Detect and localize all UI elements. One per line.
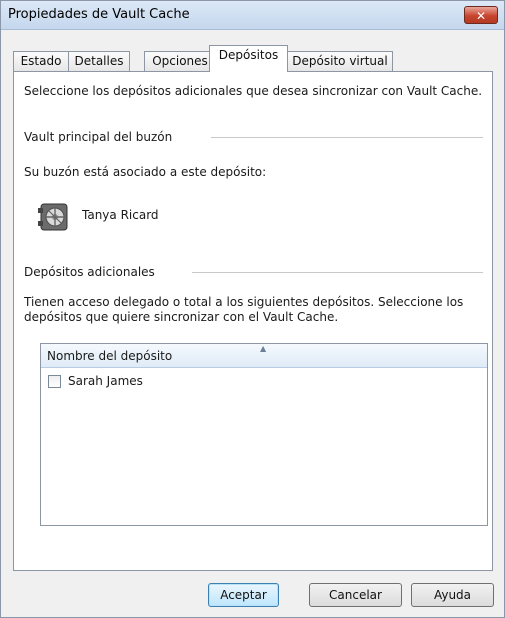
- sort-arrow-icon: ▲: [260, 344, 267, 353]
- help-button[interactable]: Ayuda: [411, 583, 494, 607]
- tab-detalles[interactable]: Detalles: [68, 51, 130, 71]
- window-title: Propiedades de Vault Cache: [8, 7, 190, 22]
- primary-group-divider: [211, 137, 483, 138]
- properties-dialog: Propiedades de Vault Cache ✕ Estado Deta…: [0, 0, 505, 618]
- additional-description-line1: Tienen acceso delegado o total a los sig…: [24, 295, 464, 309]
- ok-button[interactable]: Aceptar: [208, 583, 279, 607]
- additional-description-line2: depósitos que quiere sincronizar con el …: [24, 310, 339, 324]
- vault-checkbox[interactable]: [48, 375, 61, 388]
- intro-text: Seleccione los depósitos adicionales que…: [24, 84, 483, 98]
- cancel-button[interactable]: Cancelar: [309, 583, 402, 607]
- close-button[interactable]: ✕: [464, 6, 498, 24]
- primary-vault-description: Su buzón está asociado a este depósito:: [24, 165, 267, 179]
- vault-icon: [38, 201, 72, 233]
- primary-group-title: Vault principal del buzón: [24, 130, 173, 144]
- title-bar[interactable]: Propiedades de Vault Cache ✕: [1, 1, 504, 30]
- column-header-label: Nombre del depósito: [47, 349, 173, 363]
- additional-group-divider: [192, 272, 483, 273]
- tab-estado[interactable]: Estado: [13, 51, 69, 71]
- primary-vault-name: Tanya Ricard: [82, 208, 159, 222]
- additional-group-title: Depósitos adicionales: [24, 265, 155, 279]
- tab-depositos[interactable]: Depósitos: [209, 45, 288, 72]
- list-item-label: Sarah James: [68, 374, 143, 388]
- vault-list[interactable]: ▲ Nombre del depósito Sarah James: [40, 343, 488, 526]
- column-header-vault-name[interactable]: ▲ Nombre del depósito: [41, 344, 487, 368]
- depositos-panel: Seleccione los depósitos adicionales que…: [13, 71, 493, 571]
- tab-opciones[interactable]: Opciones: [144, 51, 216, 71]
- tab-deposito-virtual[interactable]: Depósito virtual: [287, 51, 393, 71]
